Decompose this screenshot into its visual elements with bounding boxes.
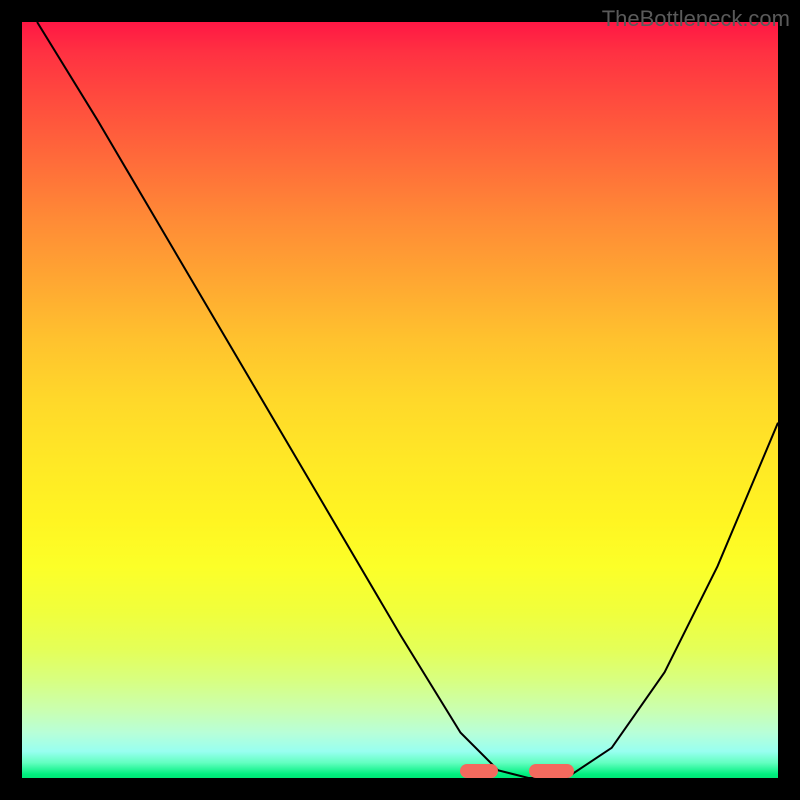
watermark-text: TheBottleneck.com	[602, 6, 790, 32]
chart-svg	[22, 22, 778, 778]
chart-plot-area	[22, 22, 778, 778]
curve-path	[37, 22, 778, 778]
optimum-left-marker	[460, 764, 498, 778]
optimum-right-marker	[529, 764, 574, 778]
